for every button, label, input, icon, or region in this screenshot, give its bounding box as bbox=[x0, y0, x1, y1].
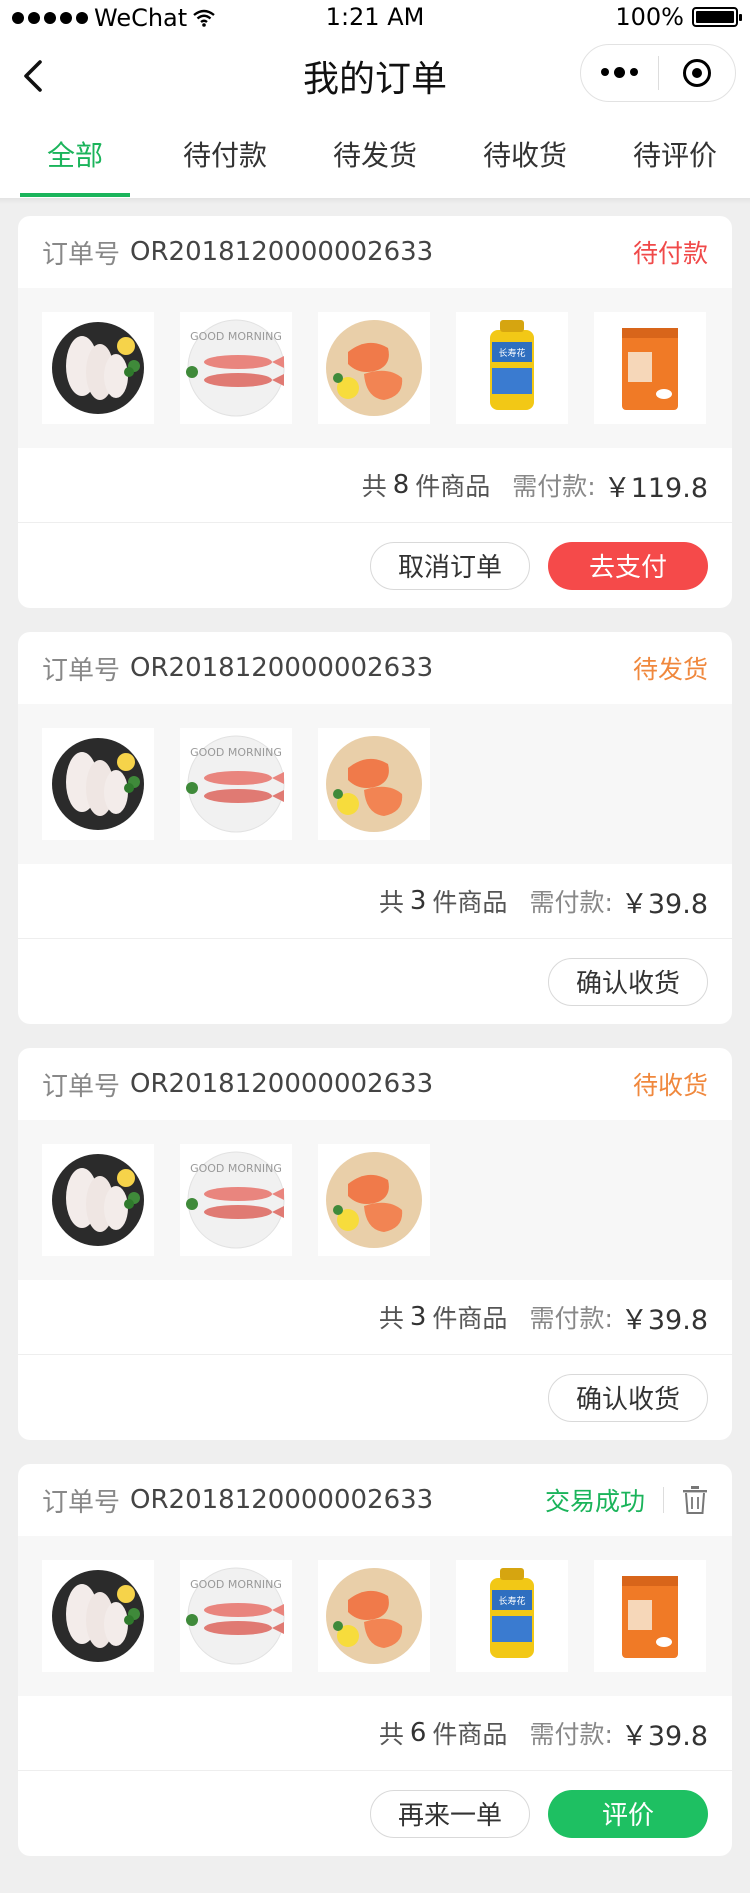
item-count: 6 bbox=[409, 1718, 427, 1748]
product-image-fish-fillet[interactable] bbox=[42, 1144, 154, 1256]
order-actions: 取消订单 去支付 bbox=[18, 523, 732, 608]
amount-due-label: 需付款: bbox=[529, 888, 613, 917]
tabs-shadow bbox=[0, 198, 750, 204]
cancel-order-button[interactable]: 取消订单 bbox=[370, 541, 530, 590]
status-bar-right: 100% bbox=[615, 3, 742, 31]
order-status: 待发货 bbox=[632, 655, 708, 684]
tab-pending-receipt[interactable]: 待收货 bbox=[450, 110, 600, 198]
product-image-red-fish[interactable] bbox=[180, 1144, 292, 1256]
item-count: 8 bbox=[392, 470, 410, 500]
order-card[interactable]: 订单号 OR2018120000002633 待发货 共 3 件商品 需付款: … bbox=[18, 632, 732, 1024]
review-button[interactable]: 评价 bbox=[548, 1789, 708, 1838]
target-icon bbox=[682, 59, 711, 87]
more-options-icon[interactable] bbox=[581, 66, 658, 78]
order-actions: 确认收货 bbox=[18, 1355, 732, 1440]
tab-pending-shipment[interactable]: 待发货 bbox=[300, 110, 450, 198]
product-thumbnails[interactable] bbox=[18, 288, 732, 448]
order-number-label: 订单号 bbox=[42, 239, 121, 270]
order-number-label: 订单号 bbox=[42, 655, 121, 686]
order-number-label: 订单号 bbox=[42, 1487, 121, 1518]
order-header: 订单号 OR2018120000002633 待收货 bbox=[18, 1048, 732, 1120]
amount-due-label: 需付款: bbox=[529, 1720, 613, 1749]
product-image-rice-bag[interactable] bbox=[594, 312, 706, 424]
product-thumbnails[interactable] bbox=[18, 1120, 732, 1280]
order-status: 待付款 bbox=[632, 239, 708, 268]
order-number: OR2018120000002633 bbox=[130, 1069, 434, 1099]
amount-due: ￥119.8 bbox=[603, 472, 708, 504]
item-count-prefix: 共 bbox=[378, 888, 404, 917]
confirm-receipt-button[interactable]: 确认收货 bbox=[548, 1373, 708, 1422]
order-summary: 共 3 件商品 需付款: ￥39.8 bbox=[18, 864, 732, 939]
battery-icon bbox=[692, 7, 742, 27]
close-miniprogram-button[interactable] bbox=[659, 59, 735, 87]
status-bar: WeChat 1:21 AM 100% bbox=[0, 0, 750, 36]
product-image-rice-bag[interactable] bbox=[594, 1560, 706, 1672]
product-image-salmon[interactable] bbox=[318, 312, 430, 424]
order-header: 订单号 OR2018120000002633 待发货 bbox=[18, 632, 732, 704]
item-count-suffix: 件商品 bbox=[432, 1304, 508, 1333]
amount-due-label: 需付款: bbox=[529, 1304, 613, 1333]
product-image-red-fish[interactable] bbox=[180, 1560, 292, 1672]
mini-program-capsule bbox=[580, 44, 736, 102]
product-image-red-fish[interactable] bbox=[180, 728, 292, 840]
order-header: 订单号 OR2018120000002633 交易成功 bbox=[18, 1464, 732, 1536]
header-divider bbox=[663, 1487, 664, 1513]
order-number-label: 订单号 bbox=[42, 1071, 121, 1102]
product-image-cooking-oil[interactable] bbox=[456, 312, 568, 424]
order-number: OR2018120000002633 bbox=[130, 1485, 434, 1515]
order-list: 订单号 OR2018120000002633 待付款 共 8 件商品 需付款: … bbox=[0, 198, 750, 1856]
order-status: 待收货 bbox=[632, 1071, 708, 1100]
pay-button[interactable]: 去支付 bbox=[548, 541, 708, 590]
product-image-fish-fillet[interactable] bbox=[42, 1560, 154, 1672]
order-number: OR2018120000002633 bbox=[130, 237, 434, 267]
product-thumbnails[interactable] bbox=[18, 704, 732, 864]
item-count-prefix: 共 bbox=[361, 472, 387, 501]
order-actions: 确认收货 bbox=[18, 939, 732, 1024]
order-actions: 再来一单 评价 bbox=[18, 1771, 732, 1856]
trash-icon[interactable] bbox=[682, 1485, 708, 1515]
item-count-suffix: 件商品 bbox=[432, 888, 508, 917]
item-count: 3 bbox=[409, 886, 427, 916]
tab-pending-review[interactable]: 待评价 bbox=[600, 110, 750, 198]
item-count: 3 bbox=[409, 1302, 427, 1332]
product-image-fish-fillet[interactable] bbox=[42, 312, 154, 424]
product-image-salmon[interactable] bbox=[318, 1560, 430, 1672]
product-image-fish-fillet[interactable] bbox=[42, 728, 154, 840]
order-tabs: 全部 待付款 待发货 待收货 待评价 bbox=[0, 110, 750, 204]
item-count-prefix: 共 bbox=[378, 1304, 404, 1333]
product-image-cooking-oil[interactable] bbox=[456, 1560, 568, 1672]
nav-bar: 我的订单 bbox=[0, 36, 750, 110]
amount-due: ￥39.8 bbox=[620, 1304, 708, 1336]
order-summary: 共 6 件商品 需付款: ￥39.8 bbox=[18, 1696, 732, 1771]
product-image-salmon[interactable] bbox=[318, 728, 430, 840]
reorder-button[interactable]: 再来一单 bbox=[370, 1789, 530, 1838]
tab-all[interactable]: 全部 bbox=[0, 110, 150, 198]
order-status: 交易成功 bbox=[544, 1487, 645, 1516]
order-summary: 共 8 件商品 需付款: ￥119.8 bbox=[18, 448, 732, 523]
order-card[interactable]: 订单号 OR2018120000002633 待付款 共 8 件商品 需付款: … bbox=[18, 216, 732, 608]
order-summary: 共 3 件商品 需付款: ￥39.8 bbox=[18, 1280, 732, 1355]
order-card[interactable]: 订单号 OR2018120000002633 待收货 共 3 件商品 需付款: … bbox=[18, 1048, 732, 1440]
order-number: OR2018120000002633 bbox=[130, 653, 434, 683]
order-card[interactable]: 订单号 OR2018120000002633 交易成功 共 6 件商品 需付款: bbox=[18, 1464, 732, 1856]
amount-due-label: 需付款: bbox=[512, 472, 596, 501]
order-header: 订单号 OR2018120000002633 待付款 bbox=[18, 216, 732, 288]
amount-due: ￥39.8 bbox=[620, 1720, 708, 1752]
product-thumbnails[interactable] bbox=[18, 1536, 732, 1696]
battery-percent: 100% bbox=[615, 3, 684, 31]
item-count-suffix: 件商品 bbox=[432, 1720, 508, 1749]
amount-due: ￥39.8 bbox=[620, 888, 708, 920]
item-count-suffix: 件商品 bbox=[415, 472, 491, 501]
product-image-red-fish[interactable] bbox=[180, 312, 292, 424]
confirm-receipt-button[interactable]: 确认收货 bbox=[548, 957, 708, 1006]
tab-pending-payment[interactable]: 待付款 bbox=[150, 110, 300, 198]
item-count-prefix: 共 bbox=[378, 1720, 404, 1749]
product-image-salmon[interactable] bbox=[318, 1144, 430, 1256]
